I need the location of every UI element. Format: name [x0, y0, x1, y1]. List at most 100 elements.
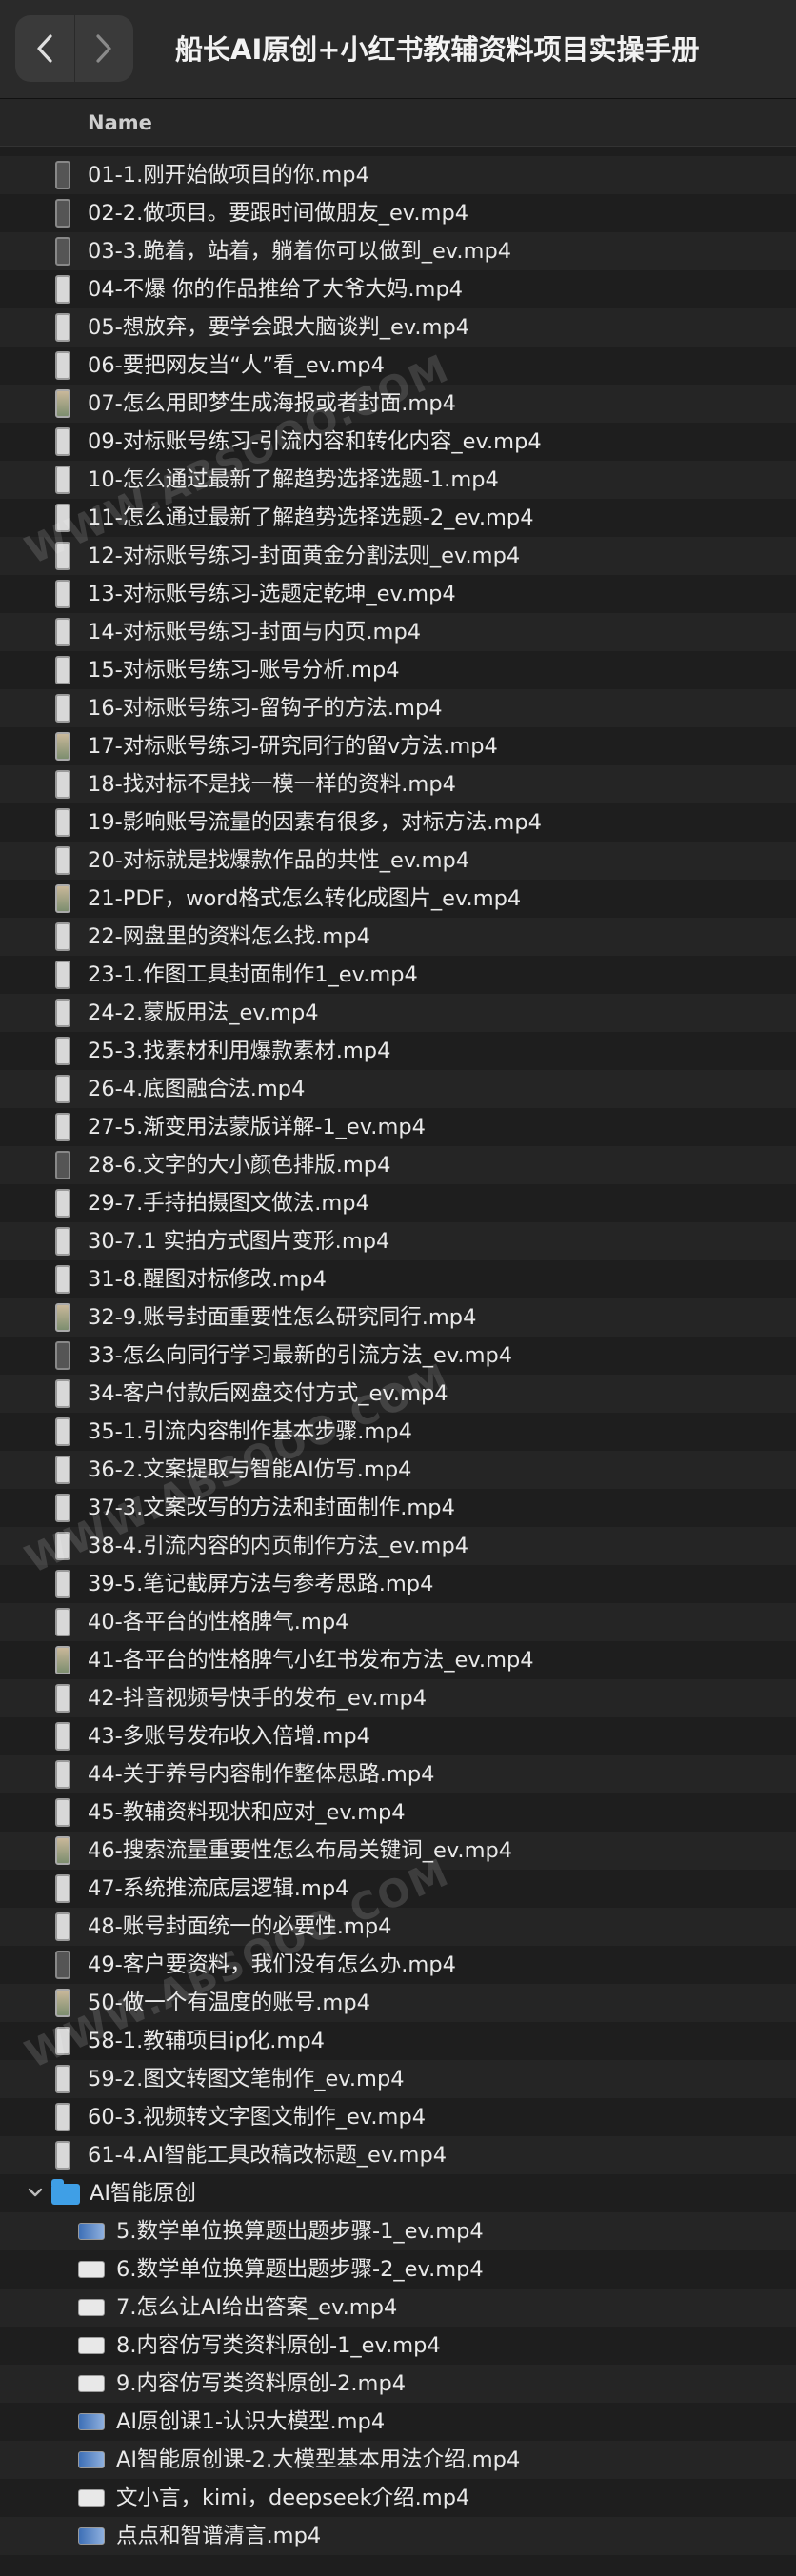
file-row[interactable]: 33-怎么向同行学习最新的引流方法_ev.mp4	[0, 1337, 796, 1375]
file-row[interactable]: 01-1.刚开始做项目的你.mp4	[0, 156, 796, 194]
folder-file-row[interactable]: 8.内容仿写类资料原创-1_ev.mp4	[0, 2327, 796, 2365]
file-row[interactable]: 37-3.文案改写的方法和封面制作.mp4	[0, 1489, 796, 1527]
file-row[interactable]: 14-对标账号练习-封面与内页.mp4	[0, 613, 796, 651]
file-name: 34-客户付款后网盘交付方式_ev.mp4	[88, 1381, 448, 1406]
file-row[interactable]: 32-9.账号封面重要性怎么研究同行.mp4	[0, 1298, 796, 1337]
file-row[interactable]: 61-4.AI智能工具改稿改标题_ev.mp4	[0, 2136, 796, 2174]
folder-file-row[interactable]: 文小言，kimi，deepseek介绍.mp4	[0, 2479, 796, 2517]
file-row[interactable]: 40-各平台的性格脾气.mp4	[0, 1603, 796, 1641]
file-name: 16-对标账号练习-留钩子的方法.mp4	[88, 696, 443, 721]
file-name: 09-对标账号练习-引流内容和转化内容_ev.mp4	[88, 429, 542, 454]
file-row[interactable]: 23-1.作图工具封面制作1_ev.mp4	[0, 956, 796, 994]
file-name: 01-1.刚开始做项目的你.mp4	[88, 163, 369, 188]
folder-row[interactable]: AI智能原创	[0, 2174, 796, 2212]
column-header-label: Name	[88, 111, 152, 134]
folder-file-row[interactable]: AI原创课1-认识大模型.mp4	[0, 2403, 796, 2441]
folder-file-row[interactable]: AI智能原创课-2.大模型基本用法介绍.mp4	[0, 2441, 796, 2479]
video-file-icon	[55, 1684, 70, 1713]
file-row[interactable]: 28-6.文字的大小颜色排版.mp4	[0, 1146, 796, 1184]
file-name: 20-对标就是找爆款作品的共性_ev.mp4	[88, 848, 470, 873]
file-row[interactable]: 39-5.笔记截屏方法与参考思路.mp4	[0, 1565, 796, 1603]
folder-file-row[interactable]: 6.数学单位换算题出题步骤-2_ev.mp4	[0, 2250, 796, 2289]
file-row[interactable]: 21-PDF，word格式怎么转化成图片_ev.mp4	[0, 880, 796, 918]
file-name: 06-要把网友当“人”看_ev.mp4	[88, 353, 385, 378]
file-row[interactable]: 25-3.找素材利用爆款素材.mp4	[0, 1032, 796, 1070]
file-row[interactable]: 15-对标账号练习-账号分析.mp4	[0, 651, 796, 689]
file-row[interactable]: 60-3.视频转文字图文制作_ev.mp4	[0, 2098, 796, 2136]
video-file-icon	[55, 1037, 70, 1065]
video-file-icon	[55, 161, 70, 189]
file-row[interactable]: 20-对标就是找爆款作品的共性_ev.mp4	[0, 842, 796, 880]
video-file-icon	[55, 1494, 70, 1522]
file-name: 29-7.手持拍摄图文做法.mp4	[88, 1191, 369, 1216]
file-row[interactable]: 50-做一个有温度的账号.mp4	[0, 1984, 796, 2022]
file-row[interactable]: 47-系统推流底层逻辑.mp4	[0, 1870, 796, 1908]
column-header-name[interactable]: Name	[0, 99, 796, 147]
video-file-icon	[78, 2261, 105, 2278]
file-row[interactable]: 17-对标账号练习-研究同行的留v方法.mp4	[0, 727, 796, 765]
file-name: 61-4.AI智能工具改稿改标题_ev.mp4	[88, 2143, 448, 2168]
file-name: 21-PDF，word格式怎么转化成图片_ev.mp4	[88, 886, 522, 911]
file-row[interactable]: 48-账号封面统一的必要性.mp4	[0, 1908, 796, 1946]
file-row[interactable]: 45-教辅资料现状和应对_ev.mp4	[0, 1793, 796, 1832]
file-row[interactable]: 24-2.蒙版用法_ev.mp4	[0, 994, 796, 1032]
file-row[interactable]: 11-怎么通过最新了解趋势选择选题-2_ev.mp4	[0, 499, 796, 537]
video-file-icon	[55, 2027, 70, 2055]
file-row[interactable]: 59-2.图文转图文笔制作_ev.mp4	[0, 2060, 796, 2098]
file-name: 37-3.文案改写的方法和封面制作.mp4	[88, 1496, 455, 1520]
back-button[interactable]	[15, 15, 74, 82]
file-row[interactable]: 12-对标账号练习-封面黄金分割法则_ev.mp4	[0, 537, 796, 575]
file-row[interactable]: 06-要把网友当“人”看_ev.mp4	[0, 347, 796, 385]
file-row[interactable]: 36-2.文案提取与智能AI仿写.mp4	[0, 1451, 796, 1489]
file-row[interactable]: 19-影响账号流量的因素有很多，对标方法.mp4	[0, 803, 796, 842]
file-name: 36-2.文案提取与智能AI仿写.mp4	[88, 1457, 412, 1482]
file-row[interactable]: 44-关于养号内容制作整体思路.mp4	[0, 1755, 796, 1793]
file-row[interactable]: 16-对标账号练习-留钩子的方法.mp4	[0, 689, 796, 727]
file-row[interactable]: 43-多账号发布收入倍增.mp4	[0, 1717, 796, 1755]
file-row[interactable]: 46-搜索流量重要性怎么布局关键词_ev.mp4	[0, 1832, 796, 1870]
file-name: 45-教辅资料现状和应对_ev.mp4	[88, 1800, 406, 1825]
video-file-icon	[55, 656, 70, 684]
file-row[interactable]: 22-网盘里的资料怎么找.mp4	[0, 918, 796, 956]
folder-file-row[interactable]: 7.怎么让AI给出答案_ev.mp4	[0, 2289, 796, 2327]
file-row[interactable]: 41-各平台的性格脾气小红书发布方法_ev.mp4	[0, 1641, 796, 1679]
file-row[interactable]: 26-4.底图融合法.mp4	[0, 1070, 796, 1108]
video-file-icon	[55, 313, 70, 342]
file-row[interactable]: 58-1.教辅项目ip化.mp4	[0, 2022, 796, 2060]
video-file-icon	[78, 2451, 105, 2468]
forward-button[interactable]	[73, 15, 134, 82]
file-row[interactable]: 18-找对标不是找一模一样的资料.mp4	[0, 765, 796, 803]
folder-file-row[interactable]: 点点和智谱清言.mp4	[0, 2517, 796, 2555]
video-file-icon	[55, 884, 70, 913]
file-row[interactable]: 49-客户要资料，我们没有怎么办.mp4	[0, 1946, 796, 1984]
file-name: 35-1.引流内容制作基本步骤.mp4	[88, 1419, 412, 1444]
file-name: 25-3.找素材利用爆款素材.mp4	[88, 1039, 391, 1063]
file-row[interactable]: 30-7.1 实拍方式图片变形.mp4	[0, 1222, 796, 1260]
folder-file-row[interactable]: 9.内容仿写类资料原创-2.mp4	[0, 2365, 796, 2403]
file-row[interactable]: 35-1.引流内容制作基本步骤.mp4	[0, 1413, 796, 1451]
file-row[interactable]: 03-3.跪着，站着，躺着你可以做到_ev.mp4	[0, 232, 796, 270]
folder-icon	[51, 2179, 80, 2205]
video-file-icon	[55, 2103, 70, 2131]
file-name: 05-想放弃，要学会跟大脑谈判_ev.mp4	[88, 315, 470, 340]
file-name: 27-5.渐变用法蒙版详解-1_ev.mp4	[88, 1115, 426, 1139]
file-row[interactable]: 29-7.手持拍摄图文做法.mp4	[0, 1184, 796, 1222]
file-row[interactable]: 04-不爆 你的作品推给了大爷大妈.mp4	[0, 270, 796, 308]
file-row[interactable]: 10-怎么通过最新了解趋势选择选题-1.mp4	[0, 461, 796, 499]
video-file-icon	[55, 1456, 70, 1484]
file-row[interactable]: 31-8.醒图对标修改.mp4	[0, 1260, 796, 1298]
file-row[interactable]: 02-2.做项目。要跟时间做朋友_ev.mp4	[0, 194, 796, 232]
file-row[interactable]: 09-对标账号练习-引流内容和转化内容_ev.mp4	[0, 423, 796, 461]
file-row[interactable]: 07-怎么用即梦生成海报或者封面.mp4	[0, 385, 796, 423]
file-name: 文小言，kimi，deepseek介绍.mp4	[116, 2486, 470, 2510]
file-row[interactable]: 38-4.引流内容的内页制作方法_ev.mp4	[0, 1527, 796, 1565]
file-row[interactable]: 27-5.渐变用法蒙版详解-1_ev.mp4	[0, 1108, 796, 1146]
file-row[interactable]: 34-客户付款后网盘交付方式_ev.mp4	[0, 1375, 796, 1413]
file-row[interactable]: 13-对标账号练习-选题定乾坤_ev.mp4	[0, 575, 796, 613]
folder-file-row[interactable]: 5.数学单位换算题出题步骤-1_ev.mp4	[0, 2212, 796, 2250]
chevron-down-icon[interactable]	[27, 2183, 44, 2202]
file-name: 30-7.1 实拍方式图片变形.mp4	[88, 1229, 390, 1254]
file-row[interactable]: 42-抖音视频号快手的发布_ev.mp4	[0, 1679, 796, 1717]
file-name: AI原创课1-认识大模型.mp4	[116, 2409, 386, 2434]
file-row[interactable]: 05-想放弃，要学会跟大脑谈判_ev.mp4	[0, 308, 796, 347]
